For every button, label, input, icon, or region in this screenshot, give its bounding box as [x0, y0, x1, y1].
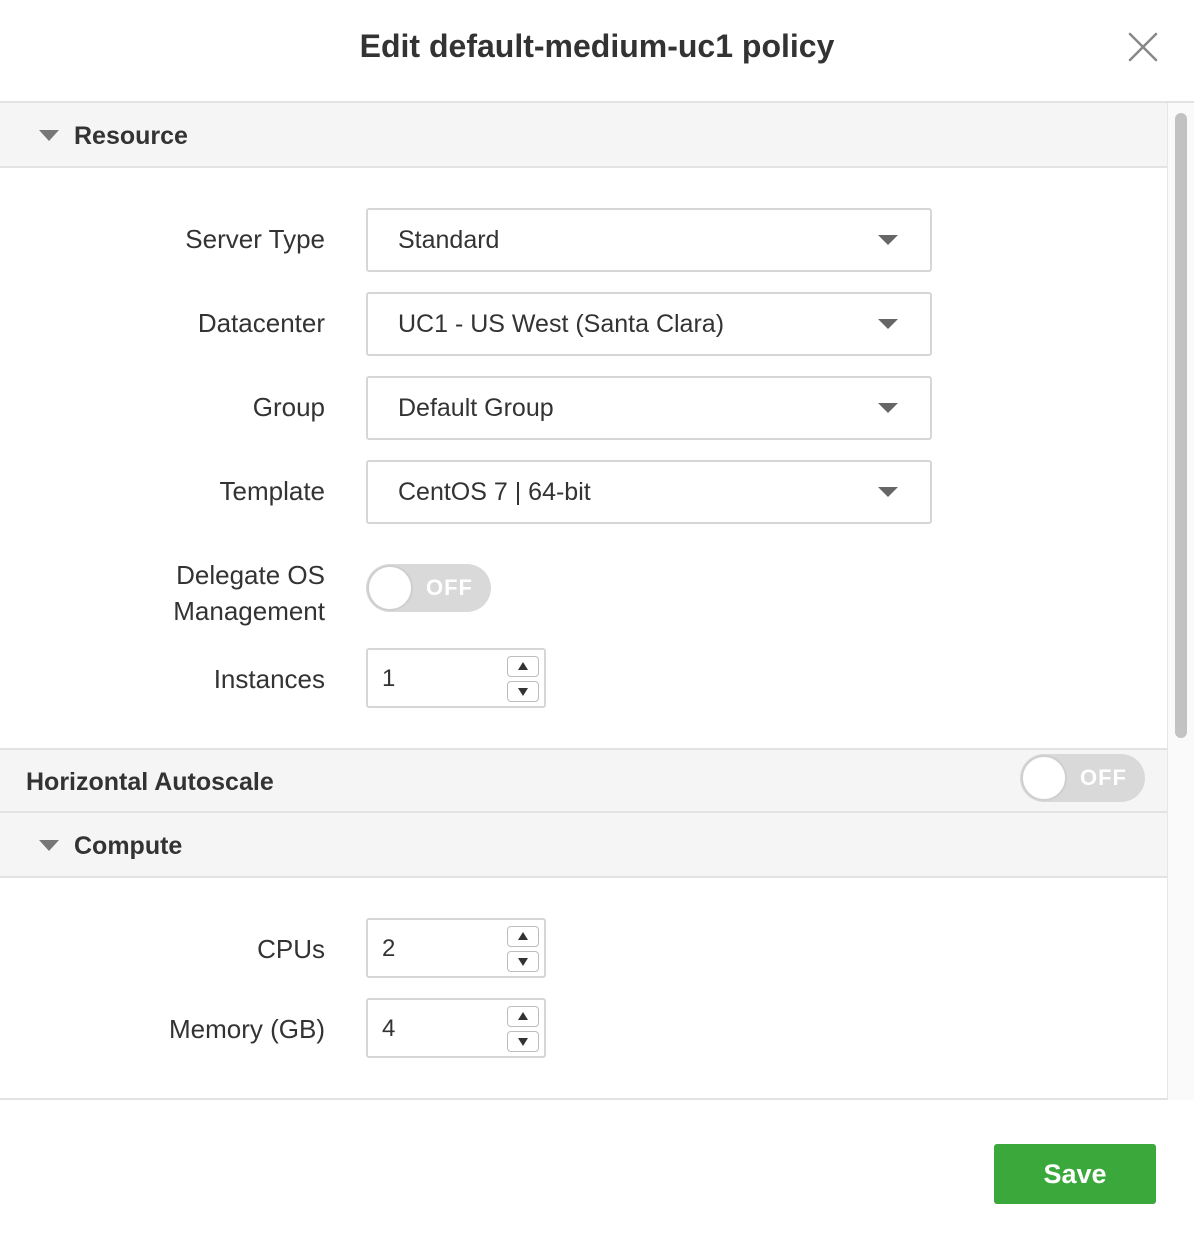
cpus-value: 2 — [382, 935, 396, 962]
close-icon — [1128, 32, 1158, 62]
cpus-decrement-button[interactable] — [507, 951, 539, 972]
cpus-label: CPUs — [257, 934, 325, 964]
datacenter-label: Datacenter — [197, 308, 325, 338]
dropdown-arrow-icon — [878, 235, 898, 245]
compute-section-label: Compute — [74, 832, 183, 860]
close-button[interactable] — [1128, 32, 1158, 62]
template-label: Template — [219, 476, 326, 506]
dropdown-arrow-icon — [878, 403, 898, 413]
memory-stepper[interactable]: 4 — [366, 998, 546, 1058]
dialog-title: Edit default-medium-uc1 policy — [359, 28, 835, 64]
group-label: Group — [252, 392, 325, 422]
horizontal-autoscale-toggle-state: OFF — [1080, 765, 1127, 790]
template-value: CentOS 7 | 64-bit — [398, 478, 591, 506]
resource-section-label: Resource — [74, 122, 188, 150]
instances-value: 1 — [382, 665, 396, 692]
horizontal-autoscale-label: Horizontal Autoscale — [26, 768, 274, 796]
instances-increment-button[interactable] — [507, 656, 539, 677]
instances-label: Instances — [213, 664, 325, 694]
save-button[interactable]: Save — [994, 1144, 1156, 1204]
horizontal-autoscale-toggle[interactable]: OFF — [1020, 754, 1145, 802]
delegate-os-toggle[interactable]: OFF — [366, 564, 491, 612]
datacenter-select[interactable]: UC1 - US West (Santa Clara) — [366, 292, 932, 356]
delegate-os-label-line2: Management — [173, 596, 325, 626]
dialog-header: Edit default-medium-uc1 policy — [0, 0, 1194, 103]
group-select[interactable]: Default Group — [366, 376, 932, 440]
instances-decrement-button[interactable] — [507, 681, 539, 702]
memory-increment-button[interactable] — [507, 1006, 539, 1027]
dialog-body: Resource Server Type Standard Datacenter… — [0, 103, 1167, 1100]
vertical-scrollbar[interactable] — [1167, 103, 1194, 1100]
server-type-value: Standard — [398, 226, 500, 254]
dropdown-arrow-icon — [878, 487, 898, 497]
compute-section-header[interactable]: Compute — [0, 813, 1167, 878]
delegate-os-toggle-state: OFF — [426, 575, 473, 600]
memory-decrement-button[interactable] — [507, 1031, 539, 1052]
dropdown-arrow-icon — [878, 319, 898, 329]
server-type-label: Server Type — [185, 224, 325, 254]
caret-down-icon — [39, 840, 59, 851]
delegate-os-label-line1: Delegate OS — [176, 560, 325, 590]
caret-down-icon — [39, 130, 59, 141]
template-select[interactable]: CentOS 7 | 64-bit — [366, 460, 932, 524]
cpus-stepper[interactable]: 2 — [366, 918, 546, 978]
delegate-os-label: Delegate OS Management — [173, 557, 325, 629]
datacenter-value: UC1 - US West (Santa Clara) — [398, 310, 725, 338]
toggle-knob — [1021, 755, 1067, 801]
instances-stepper[interactable]: 1 — [366, 648, 546, 708]
cpus-increment-button[interactable] — [507, 926, 539, 947]
server-type-select[interactable]: Standard — [366, 208, 932, 272]
dialog-footer: Save — [0, 1100, 1194, 1242]
group-value: Default Group — [398, 394, 554, 422]
horizontal-autoscale-bar: Horizontal Autoscale — [0, 748, 1167, 813]
memory-label: Memory (GB) — [169, 1014, 325, 1044]
memory-value: 4 — [382, 1015, 396, 1042]
toggle-knob — [367, 565, 413, 611]
resource-section-header[interactable]: Resource — [0, 103, 1167, 168]
scrollbar-thumb[interactable] — [1175, 113, 1187, 738]
